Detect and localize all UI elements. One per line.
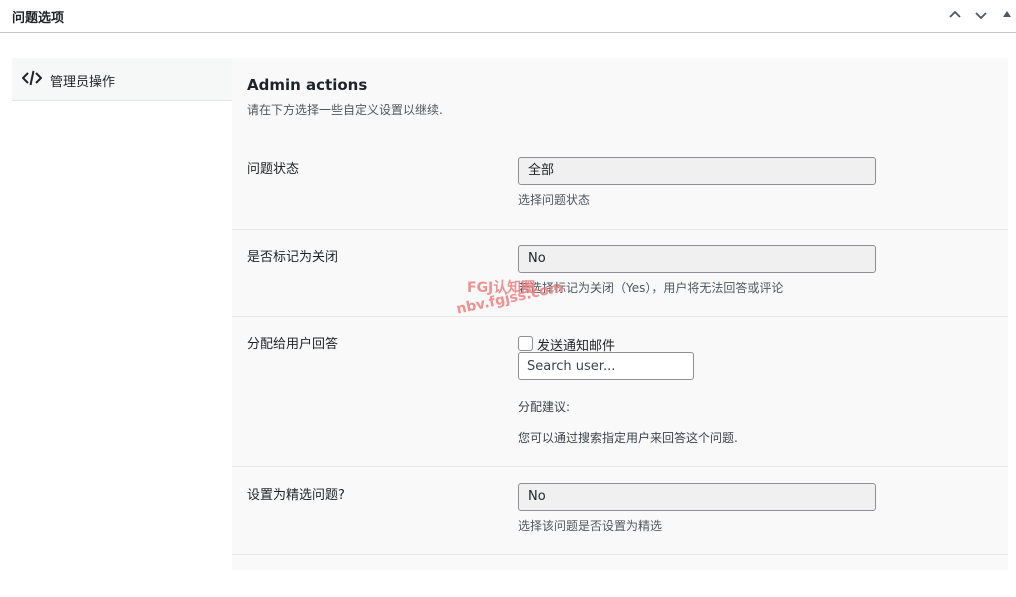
row-assign: 分配给用户回答 发送通知邮件 分配建议: 您可以通过搜索指定用户来回答这个问题. (232, 317, 1008, 467)
search-user-input[interactable] (518, 352, 694, 380)
field-label: 分配给用户回答 (247, 337, 339, 352)
field-label: 问题状态 (247, 162, 300, 177)
suggest-text: 您可以通过搜索指定用户来回答这个问题. (518, 431, 738, 445)
row-closed: 是否标记为关闭 No 若选择标记为关闭（Yes），用户将无法回答或评论 (232, 230, 1008, 317)
status-select[interactable]: 全部 (518, 157, 876, 185)
row-featured: 设置为精选问题? No 选择该问题是否设置为精选 (232, 467, 1008, 555)
metabox-title: 问题选项 (12, 11, 65, 26)
notify-email-checkbox[interactable] (518, 336, 533, 351)
field-hint: 选择问题状态 (518, 193, 591, 207)
section-description: 请在下方选择一些自定义设置以继续. (247, 103, 443, 117)
row-status: 问题状态 全部 选择问题状态 (232, 142, 1008, 230)
chevron-up-icon[interactable] (946, 6, 964, 24)
settings-panel: Admin actions 请在下方选择一些自定义设置以继续. 问题状态 全部 … (232, 58, 1008, 570)
field-label: 是否标记为关闭 (247, 250, 339, 265)
metabox-header: 问题选项 (0, 0, 1016, 33)
featured-select[interactable]: No (518, 483, 876, 511)
closed-select[interactable]: No (518, 245, 876, 273)
section-title: Admin actions (247, 76, 368, 94)
suggest-label: 分配建议: (518, 400, 571, 414)
field-label: 设置为精选问题? (247, 488, 345, 503)
tab-admin-actions[interactable]: 管理员操作 (12, 58, 232, 101)
triangle-up-icon[interactable] (998, 6, 1016, 24)
code-icon (21, 70, 43, 90)
chevron-down-icon[interactable] (972, 6, 990, 24)
tab-label: 管理员操作 (50, 75, 116, 90)
field-hint: 选择该问题是否设置为精选 (518, 519, 663, 533)
